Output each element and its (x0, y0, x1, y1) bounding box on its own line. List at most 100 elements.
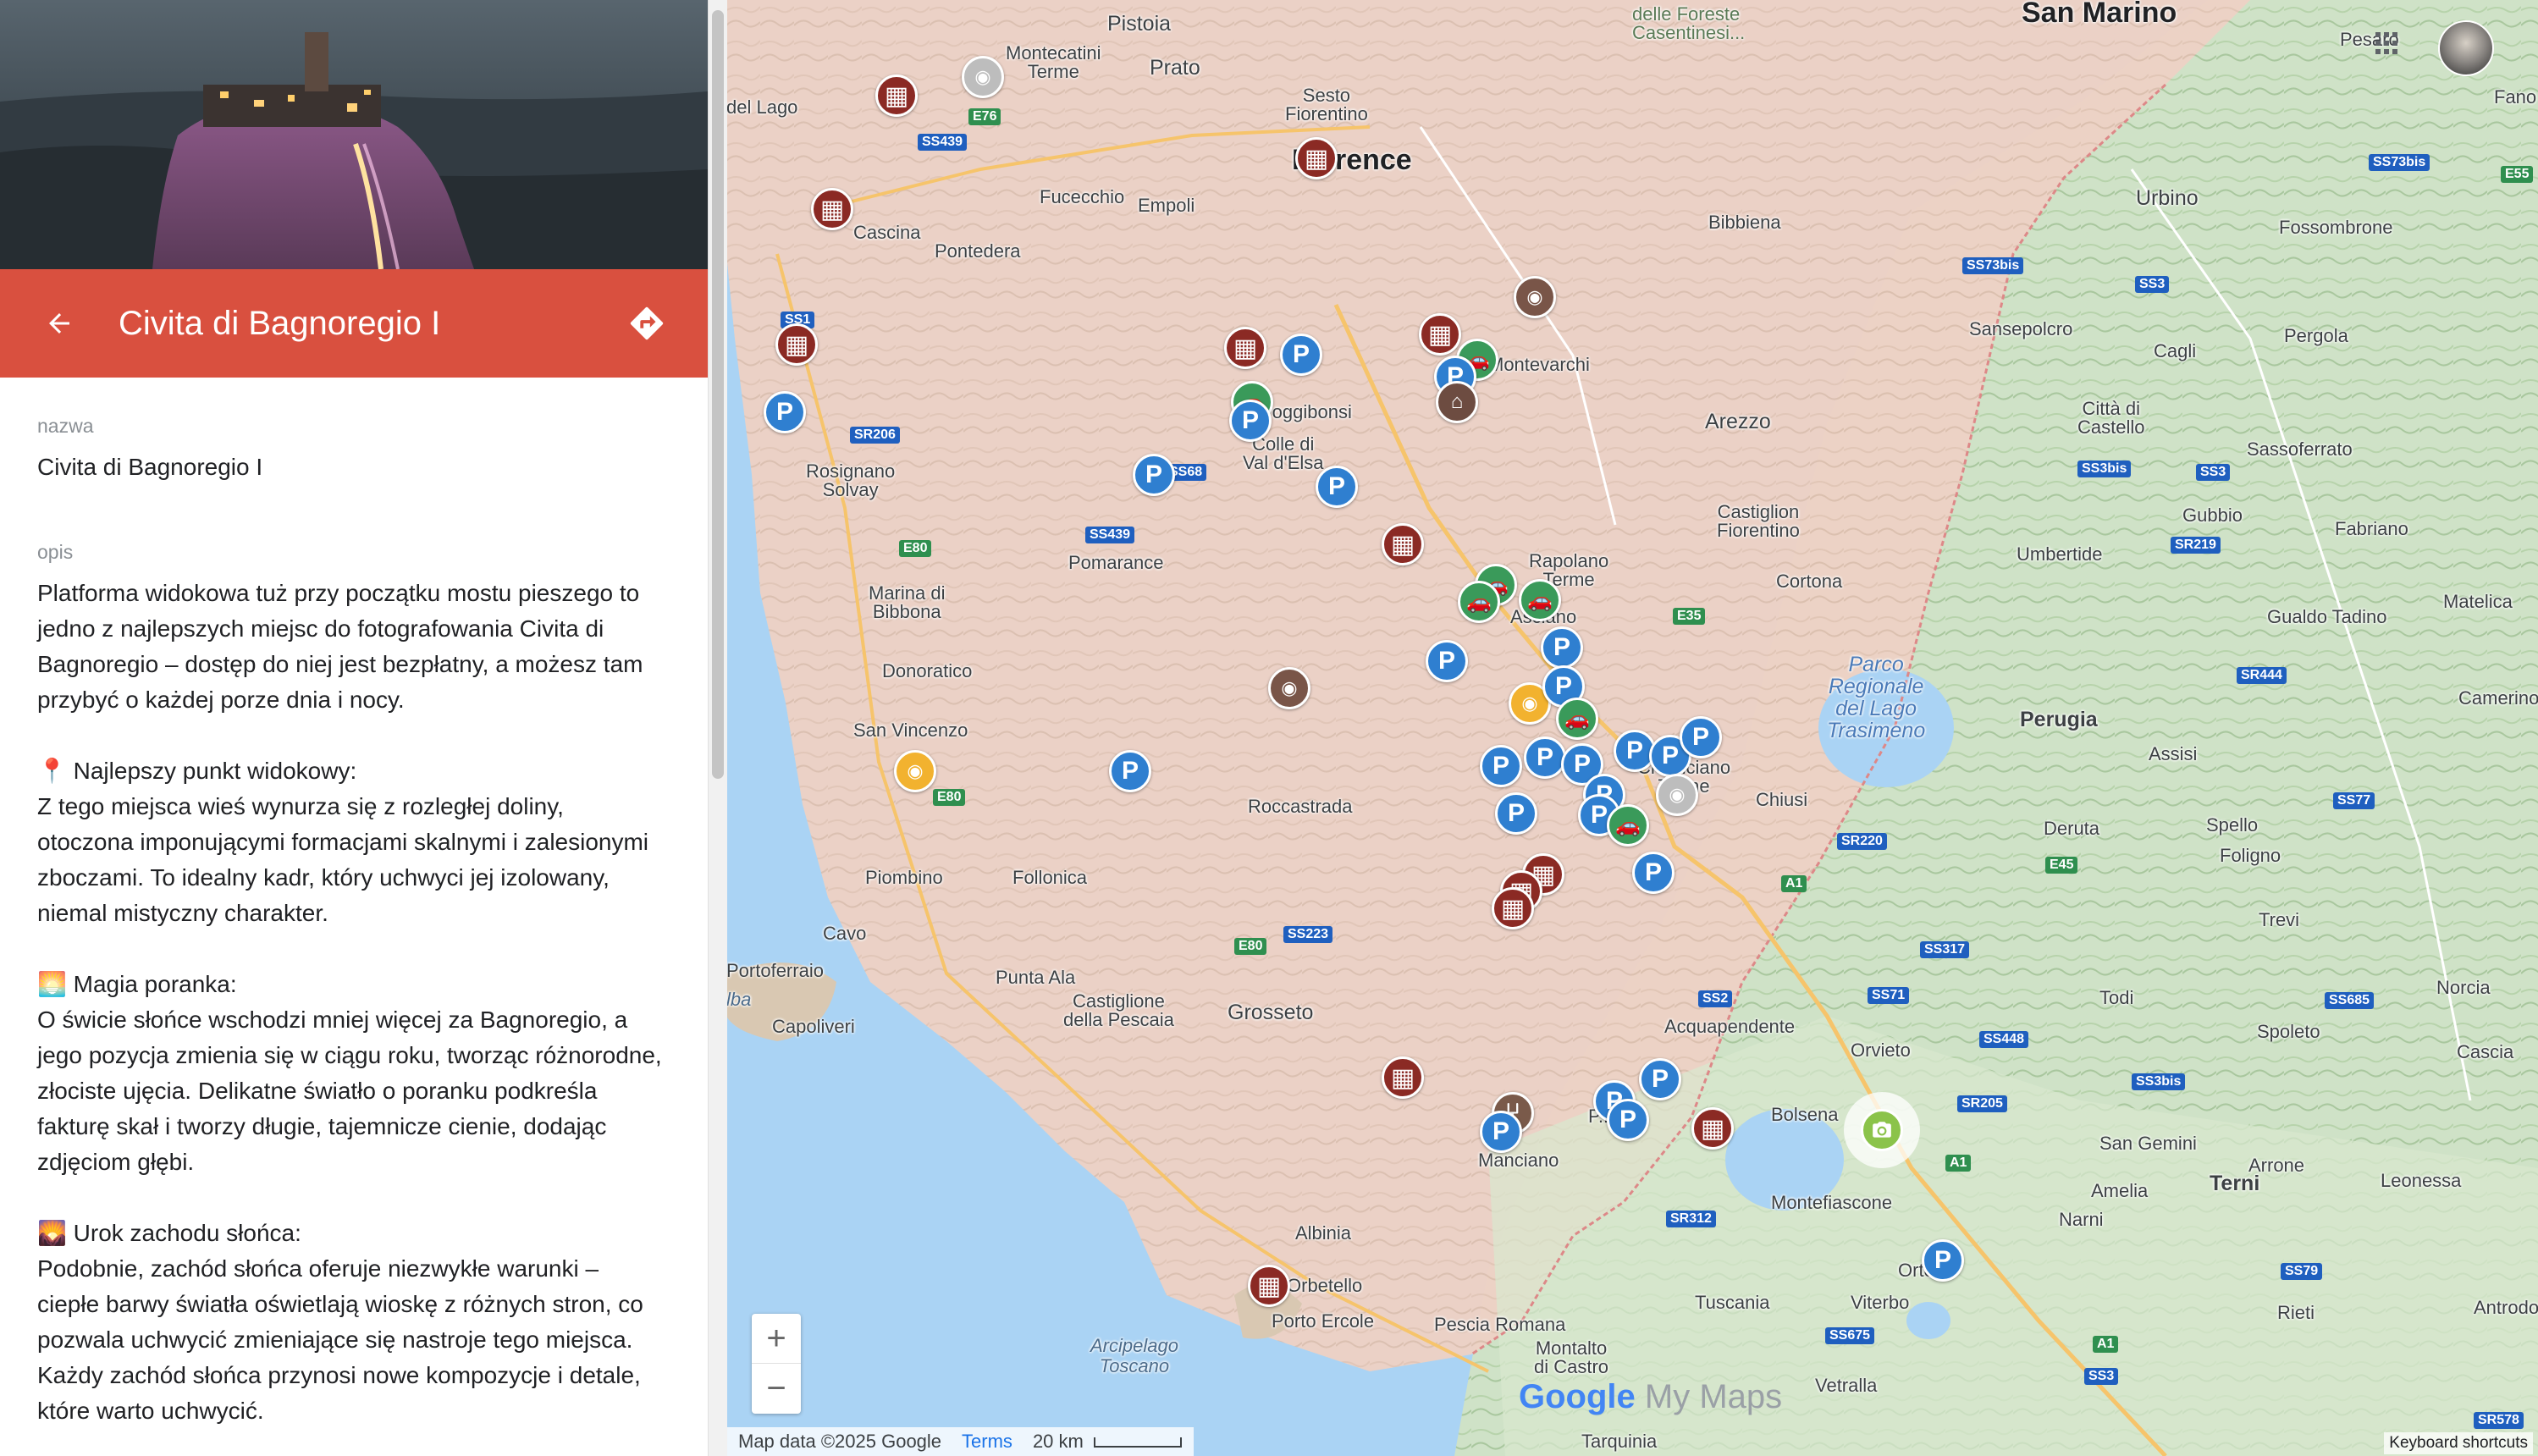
road-ss3: SS3 (2135, 276, 2170, 293)
label-cagli: Cagli (2154, 340, 2197, 361)
parking-pin[interactable]: P (1607, 1099, 1649, 1141)
hotel-pin[interactable]: ▦ (1382, 1056, 1424, 1099)
directions-button[interactable] (621, 298, 672, 349)
hotel-pin[interactable]: ▦ (1248, 1265, 1290, 1307)
label-montecatini: Montecatini Terme (1006, 42, 1101, 82)
parking-pin[interactable]: P (1922, 1239, 1964, 1282)
parking-icon: P (1934, 1246, 1951, 1274)
label-acquapendente: Acquapendente (1664, 1016, 1796, 1037)
map-canvas[interactable]: San Marino Pistoia Prato Florence Sesto … (726, 0, 2538, 1456)
camera-pin[interactable]: ◉ (894, 750, 936, 792)
parking-pin[interactable]: P (1541, 626, 1583, 669)
label-prato: Prato (1150, 56, 1200, 80)
camera-pin[interactable]: ◉ (1656, 774, 1698, 816)
parking-pin[interactable]: P (1495, 792, 1537, 835)
road-ss223: SS223 (1283, 926, 1333, 943)
label-bolsena: Bolsena (1771, 1104, 1839, 1125)
zoom-in-button[interactable]: + (752, 1314, 801, 1364)
label-follonica: Follonica (1012, 867, 1088, 888)
hotel-pin[interactable]: ▦ (1224, 327, 1266, 369)
hotel-icon: ▦ (1390, 1063, 1415, 1092)
parking-icon: P (1241, 406, 1259, 434)
hotel-pin[interactable]: ▦ (811, 188, 853, 230)
parking-pin[interactable]: P (1524, 736, 1566, 779)
label-gualdo: Gualdo Tadino (2267, 606, 2387, 627)
hotel-pin[interactable]: ▦ (775, 323, 818, 366)
parking-icon: P (1145, 461, 1162, 488)
camera-pin[interactable]: ◉ (962, 56, 1004, 98)
camera-icon: ◉ (1281, 677, 1298, 698)
hotel-pin[interactable]: ▦ (1492, 887, 1534, 929)
map-attribution: Map data ©2025 Google Terms 20 km (726, 1427, 1194, 1456)
label-castiglion: Castiglion Fiorentino (1717, 501, 1800, 541)
user-avatar[interactable] (2438, 20, 2494, 76)
title-bar: Civita di Bagnoregio I (0, 269, 708, 378)
google-wordmark: Google (1519, 1378, 1636, 1415)
terms-link[interactable]: Terms (962, 1431, 1012, 1453)
road-ss439-2: SS439 (1085, 527, 1135, 543)
camera-pin[interactable]: ◉ (1268, 667, 1310, 709)
road-ss79: SS79 (2281, 1263, 2323, 1280)
road-e80-3: E80 (933, 789, 966, 806)
car-pin[interactable]: 🚗 (1458, 581, 1500, 623)
parking-pin[interactable]: P (1229, 400, 1272, 442)
hotel-icon: ▦ (1256, 1271, 1282, 1300)
parking-pin[interactable]: P (1316, 466, 1358, 508)
label-deruta: Deruta (2044, 818, 2100, 839)
hotel-pin[interactable]: ▦ (1419, 313, 1461, 356)
parking-pin[interactable]: P (1109, 750, 1151, 792)
label-pergola: Pergola (2284, 325, 2348, 346)
road-sr206: SR206 (850, 427, 900, 444)
parking-icon: P (1590, 801, 1608, 829)
road-e80: E80 (899, 540, 932, 557)
road-ss3bis: SS3bis (2077, 461, 2132, 477)
label-norcia: Norcia (2436, 977, 2491, 998)
car-pin[interactable]: 🚗 (1519, 579, 1561, 621)
parking-pin[interactable]: P (1639, 1058, 1681, 1100)
parking-pin[interactable]: P (1133, 454, 1175, 496)
road-ss675: SS675 (1825, 1327, 1875, 1344)
label-pontedera: Pontedera (935, 240, 1021, 262)
hotel-icon: ▦ (819, 195, 845, 223)
parking-pin[interactable]: P (1480, 1111, 1522, 1153)
parking-pin[interactable]: P (1680, 716, 1722, 758)
car-pin[interactable]: 🚗 (1607, 804, 1649, 847)
panel-scrollbar[interactable] (708, 0, 727, 1456)
apps-grid-button[interactable] (2374, 30, 2399, 56)
hotel-pin[interactable]: ▦ (1691, 1107, 1734, 1150)
scrollbar-thumb[interactable] (712, 10, 724, 779)
zoom-out-button[interactable]: − (752, 1364, 801, 1413)
hotel-icon: ▦ (1500, 894, 1526, 923)
parking-pin[interactable]: P (1426, 640, 1468, 682)
description-label: opis (37, 541, 74, 563)
label-cavo: Cavo (823, 923, 867, 944)
hotel-pin[interactable]: ▦ (875, 74, 918, 117)
camera-icon: ◉ (907, 760, 924, 781)
back-button[interactable] (34, 298, 85, 349)
label-fano: Fano (2494, 86, 2537, 108)
selected-location-pin[interactable] (1844, 1092, 1920, 1168)
place-photo (0, 0, 708, 269)
home-pin[interactable]: ⌂ (1436, 381, 1478, 423)
label-cortona: Cortona (1776, 571, 1843, 592)
camera-icon: ◉ (1526, 286, 1543, 307)
label-sansepolcro: Sansepolcro (1969, 318, 2073, 339)
car-pin[interactable]: 🚗 (1556, 698, 1598, 740)
camera-icon: ◉ (1669, 784, 1686, 805)
keyboard-shortcuts-link[interactable]: Keyboard shortcuts (2384, 1432, 2533, 1454)
parking-icon: P (1492, 1117, 1509, 1145)
parking-icon: P (1121, 757, 1139, 785)
label-chiusi: Chiusi (1756, 789, 1808, 810)
parking-pin[interactable]: P (764, 391, 806, 433)
label-orbetello: Orbetello (1287, 1275, 1363, 1296)
label-perugia: Perugia (2020, 708, 2098, 731)
parking-pin[interactable]: P (1280, 334, 1322, 376)
label-orvieto: Orvieto (1851, 1040, 1911, 1061)
parking-pin[interactable]: P (1480, 745, 1522, 787)
hotel-pin[interactable]: ▦ (1382, 523, 1424, 565)
camera-pin[interactable]: ◉ (1514, 276, 1556, 318)
label-bibbiena: Bibbiena (1708, 212, 1781, 233)
hotel-pin[interactable]: ▦ (1295, 137, 1338, 179)
label-camerino: Camerino (2458, 687, 2538, 709)
parking-pin[interactable]: P (1632, 852, 1675, 894)
